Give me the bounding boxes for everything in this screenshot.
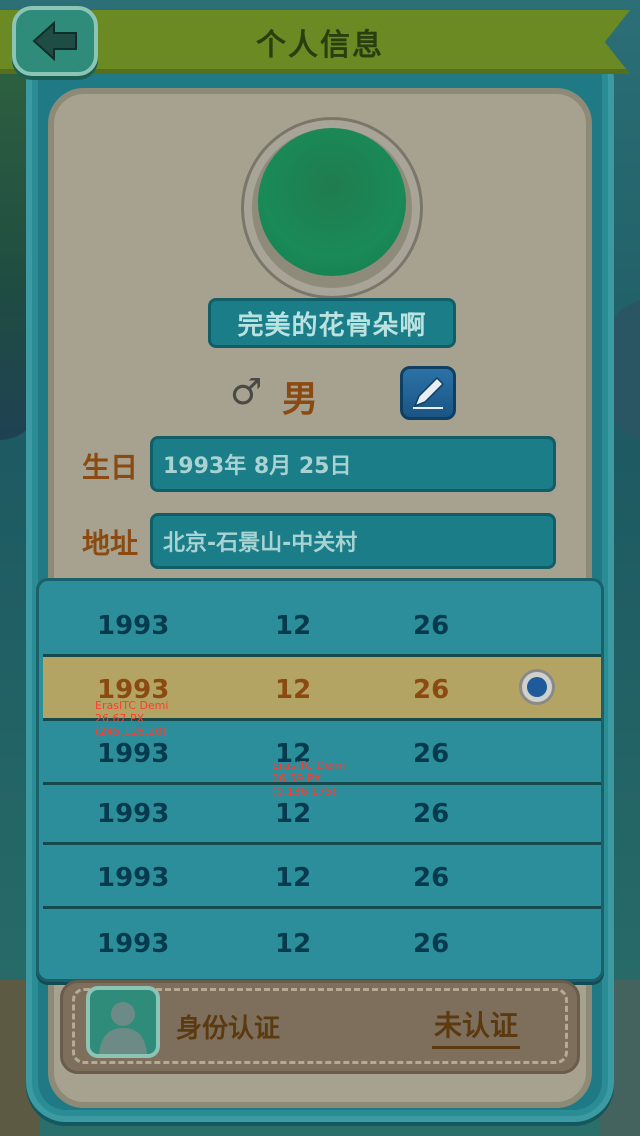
picker-month: 12	[275, 929, 312, 959]
picker-day: 26	[413, 739, 450, 769]
radio-dot	[527, 677, 547, 697]
picker-year: 1993	[97, 929, 170, 959]
selected-radio-icon[interactable]	[519, 669, 555, 705]
male-icon: ♂	[230, 372, 263, 413]
picker-day: 26	[413, 799, 450, 829]
picker-month: 12	[275, 611, 312, 641]
annotation-size: 26.59 PX	[272, 772, 322, 785]
user-silhouette-icon	[99, 1002, 147, 1054]
verification-status-link[interactable]: 未认证	[432, 1004, 521, 1049]
picker-month: 12	[275, 863, 312, 893]
avatar[interactable]	[258, 128, 406, 276]
picker-row[interactable]: 1993 12 26	[43, 911, 601, 975]
identity-label: 身份认证	[176, 1014, 281, 1044]
picker-month: 12	[275, 799, 312, 829]
annotation-rgb: (245,126,20)	[95, 725, 167, 738]
annotation-size: 26.67 PX	[95, 712, 145, 725]
picker-day: 26	[413, 675, 450, 705]
font-annotation: ErasITC Demi 26.67 PX (245,126,20)	[95, 699, 168, 738]
address-field[interactable]: 北京-石景山-中关村	[150, 513, 556, 569]
picker-year: 1993	[97, 863, 170, 893]
font-annotation: ErasITC Demi 26.59 PX (0,136,175)	[272, 759, 345, 798]
identity-avatar-button[interactable]	[86, 986, 160, 1058]
back-button[interactable]	[12, 6, 98, 76]
picker-month: 12	[275, 675, 312, 705]
picker-day: 26	[413, 929, 450, 959]
picker-row[interactable]: 1993 12 26	[43, 845, 601, 909]
annotation-rgb: (0,136,175)	[272, 785, 337, 798]
annotation-font: ErasITC Demi	[272, 759, 346, 772]
picker-day: 26	[413, 611, 450, 641]
picker-day: 26	[413, 863, 450, 893]
address-label: 地址	[82, 527, 139, 560]
picker-year: 1993	[97, 611, 170, 641]
edit-button[interactable]	[400, 366, 456, 420]
pen-icon	[413, 376, 445, 409]
picker-year: 1993	[97, 739, 170, 769]
nickname-field[interactable]: 完美的花骨朵啊	[208, 298, 456, 348]
annotation-font: ErasITC Demi	[95, 699, 169, 712]
back-arrow-icon	[32, 21, 77, 61]
birthday-field[interactable]: 1993年 8月 25日	[150, 436, 556, 492]
picker-row[interactable]: 1993 12 26	[43, 593, 601, 657]
gender-label: 男	[282, 379, 319, 420]
picker-year: 1993	[97, 799, 170, 829]
birthday-label: 生日	[82, 451, 139, 484]
